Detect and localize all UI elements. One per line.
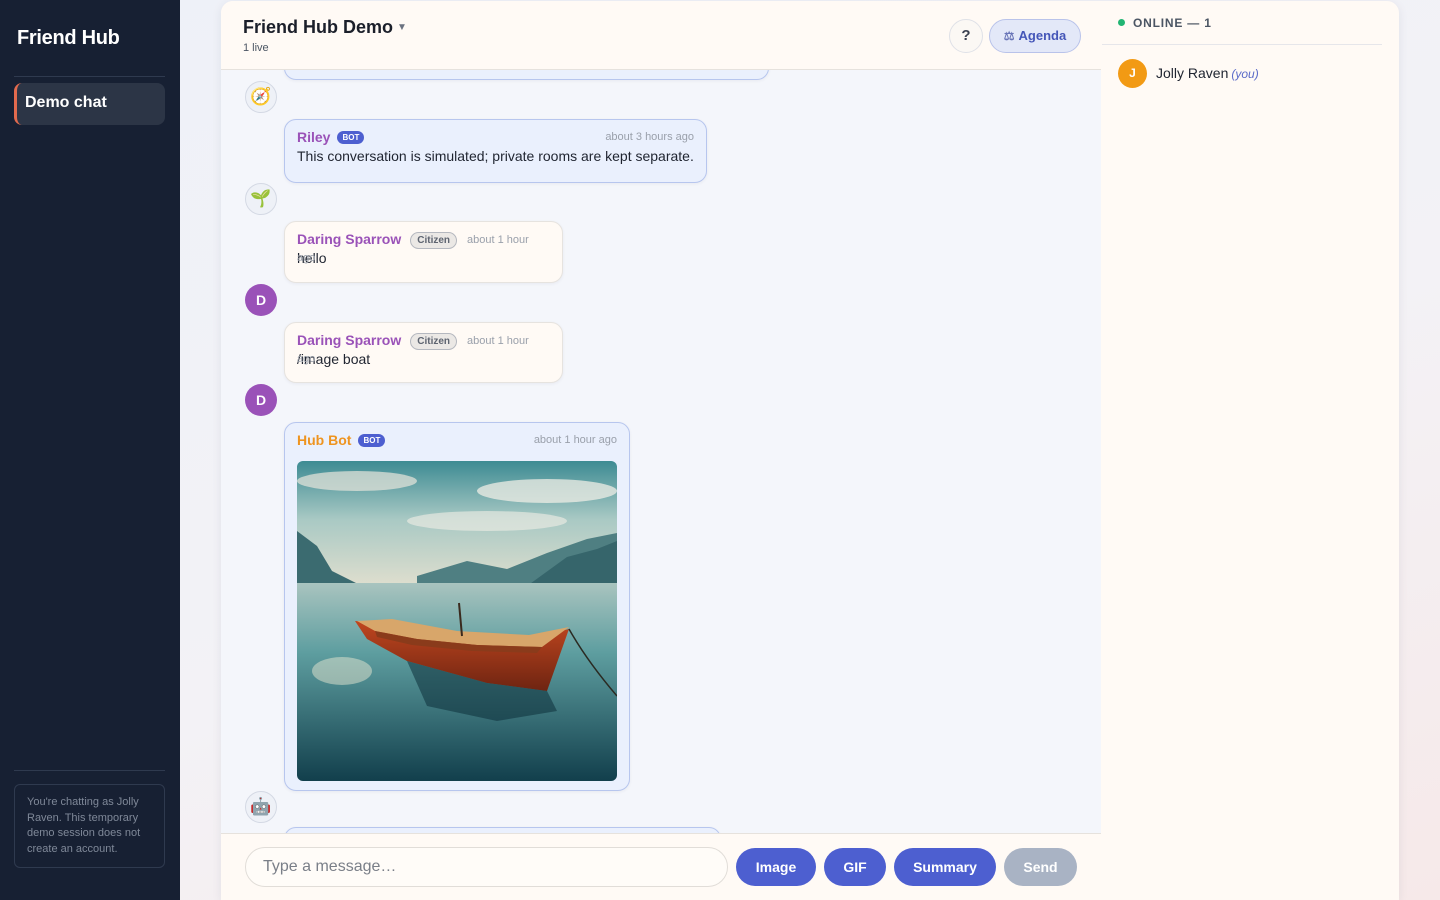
message-text: This conversation is simulated; private …	[297, 148, 694, 164]
boat-image-illustration	[297, 461, 617, 781]
role-badge: Citizen	[410, 232, 458, 249]
composer: Image GIF Summary Send	[221, 833, 1101, 900]
sprout-icon: 🌱	[245, 183, 277, 215]
left-sidebar: Friend Hub Demo chat You're chatting as …	[0, 0, 180, 900]
message-bubble: Riley BOT about 3 hours ago This conversa…	[284, 119, 707, 183]
message-header: Hub Bot BOT about 1 hour ago	[297, 423, 617, 449]
agenda-label: Agenda	[1018, 28, 1067, 43]
robot-icon: 🤖	[245, 791, 277, 823]
chat-pane: Friend Hub Demo ▼ 1 live ? ⚖ Agenda 🧭 Rile…	[221, 1, 1101, 900]
online-heading-label: ONLINE — 1	[1133, 16, 1212, 30]
message-list[interactable]: 🧭 Riley BOT about 3 hours ago This conver…	[221, 70, 1101, 833]
room-title-dropdown[interactable]: Friend Hub Demo ▼	[243, 17, 407, 38]
member-name: Jolly Raven	[1156, 65, 1229, 81]
message-text: /image boat	[297, 351, 371, 367]
message-author[interactable]: Riley	[297, 129, 330, 145]
message-header: Riley BOT about 3 hours ago	[297, 120, 694, 146]
sidebar-divider	[14, 76, 165, 77]
member-you-tag: (you)	[1231, 67, 1259, 81]
role-badge: Citizen	[410, 333, 458, 350]
chat-header: Friend Hub Demo ▼ 1 live ? ⚖ Agenda	[221, 1, 1101, 70]
message-bubble: Daring Sparrow Citizen about 1 hour ago /i…	[284, 322, 563, 383]
message-bubble: Daring Sparrow Citizen about 1 hour ago he…	[284, 221, 563, 283]
compass-icon: 🧭	[245, 81, 277, 113]
message-timestamp: about 1 hour ago	[533, 434, 617, 446]
send-button[interactable]: Send	[1004, 848, 1077, 886]
gif-button[interactable]: GIF	[824, 848, 886, 886]
brand-title: Friend Hub	[17, 27, 120, 49]
message-author[interactable]: Hub Bot	[297, 432, 351, 448]
message-header: Daring Sparrow Citizen about 1 hour ago	[297, 323, 550, 365]
scales-icon: ⚖	[1003, 29, 1015, 43]
summary-button[interactable]: Summary	[894, 848, 996, 886]
panel-divider	[1102, 44, 1382, 45]
demo-session-note: You're chatting as Jolly Raven. This tem…	[14, 784, 165, 868]
member-name-line: Jolly Raven (you)	[1156, 65, 1259, 81]
online-heading: ONLINE — 1	[1118, 16, 1212, 30]
boat-image[interactable]	[297, 461, 617, 781]
message-text: hello	[297, 250, 327, 266]
sidebar-item-demo-chat[interactable]: Demo chat	[14, 83, 165, 125]
bot-badge: BOT	[337, 131, 365, 144]
message-input[interactable]	[245, 847, 728, 887]
live-count: 1 live	[243, 42, 269, 54]
chevron-down-icon: ▼	[397, 22, 407, 33]
bot-badge: BOT	[358, 434, 386, 447]
message-author[interactable]: Daring Sparrow	[297, 332, 401, 348]
message-timestamp: about 3 hours ago	[605, 131, 694, 143]
sidebar-divider	[14, 770, 165, 771]
agenda-button[interactable]: ⚖ Agenda	[989, 19, 1081, 53]
online-panel: ONLINE — 1 J Jolly Raven (you)	[1102, 1, 1399, 900]
room-title: Friend Hub Demo	[243, 17, 394, 37]
message-bubble: Hub Bot BOT about 1 hour ago	[284, 422, 630, 791]
avatar[interactable]: D	[245, 284, 277, 316]
help-button[interactable]: ?	[949, 19, 983, 53]
message-author[interactable]: Daring Sparrow	[297, 231, 401, 247]
main-card: Friend Hub Demo ▼ 1 live ? ⚖ Agenda 🧭 Rile…	[221, 1, 1399, 900]
avatar[interactable]: D	[245, 384, 277, 416]
message-header: Daring Sparrow Citizen about 1 hour ago	[297, 222, 550, 264]
message-bubble-clipped	[284, 70, 769, 80]
avatar: J	[1118, 59, 1147, 88]
online-status-icon	[1118, 19, 1125, 26]
image-button[interactable]: Image	[736, 848, 816, 886]
